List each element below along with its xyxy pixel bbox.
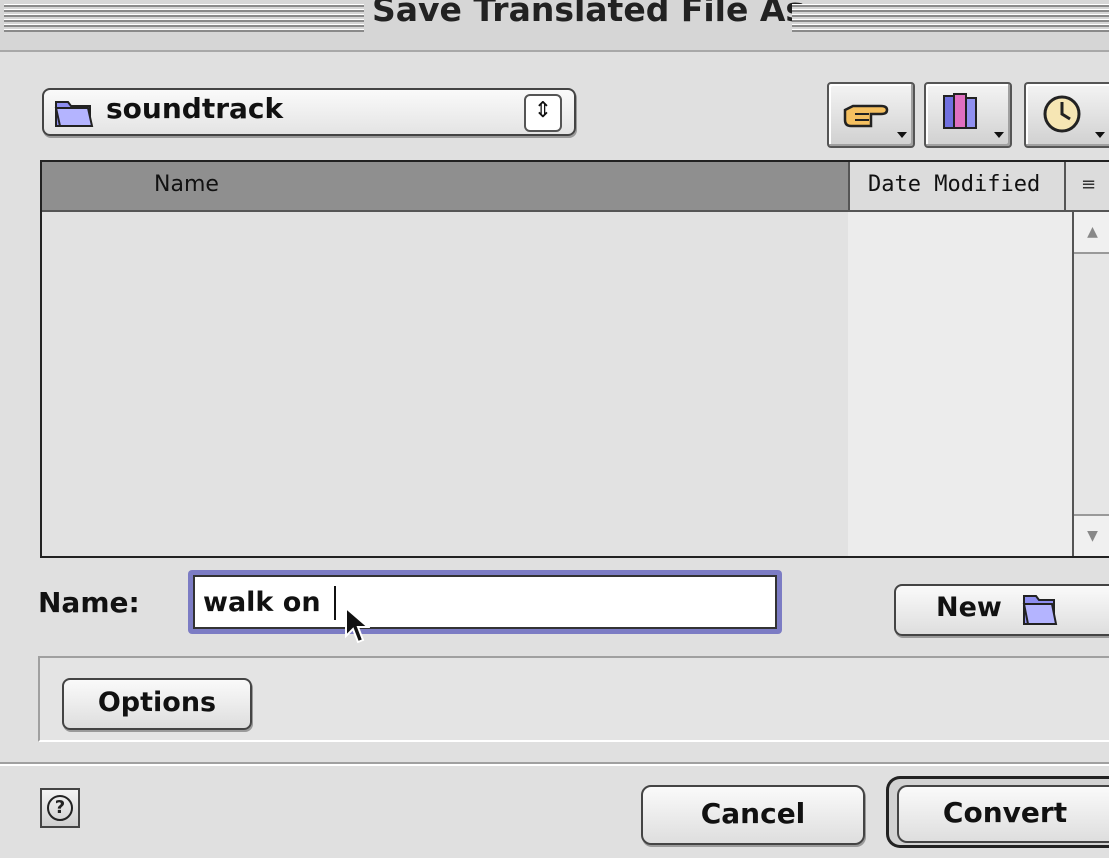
text-caret: [334, 586, 336, 620]
file-list-name-area[interactable]: [42, 212, 848, 556]
name-label: Name:: [38, 586, 140, 619]
options-button[interactable]: Options: [62, 678, 252, 730]
column-header-name-label: Name: [154, 172, 219, 197]
scroll-up-arrow-icon[interactable]: ▲: [1074, 212, 1109, 254]
column-header-name[interactable]: Name: [42, 162, 848, 212]
mouse-pointer-icon: [344, 605, 371, 650]
title-bar[interactable]: Save Translated File As…: [0, 0, 1109, 52]
help-icon: ?: [47, 795, 73, 821]
name-field-focus-ring: [188, 570, 782, 634]
column-header-date-label: Date Modified: [868, 172, 1041, 197]
dropdown-arrow-icon: [897, 132, 907, 138]
title-stripes-left: [4, 4, 364, 34]
save-dialog: Save Translated File As… soundtrack ⇕ Na…: [0, 0, 1109, 858]
vertical-scrollbar[interactable]: ▲ ▼: [1072, 212, 1109, 556]
window-title: Save Translated File As…: [372, 0, 839, 29]
column-header-date-modified[interactable]: Date Modified: [848, 162, 1064, 212]
name-input[interactable]: [193, 575, 777, 629]
convert-button[interactable]: Convert: [897, 785, 1109, 843]
favorites-button[interactable]: [924, 82, 1012, 148]
favorites-books-icon: [943, 93, 977, 129]
folder-name: soundtrack: [106, 92, 284, 125]
recent-items-button[interactable]: [1024, 82, 1109, 148]
pointing-hand-icon: [843, 104, 889, 128]
dropdown-arrow-icon: [1095, 132, 1105, 138]
recent-clock-icon: [1043, 95, 1081, 133]
folder-icon: [54, 96, 94, 132]
folder-popup-menu[interactable]: soundtrack ⇕: [42, 88, 576, 136]
new-folder-icon: [1020, 590, 1060, 632]
new-folder-button[interactable]: New: [894, 584, 1109, 636]
cancel-button[interactable]: Cancel: [641, 785, 865, 845]
dropdown-arrow-icon: [994, 132, 1004, 138]
dialog-separator: [0, 762, 1109, 766]
scroll-down-arrow-icon[interactable]: ▼: [1074, 514, 1109, 556]
shortcuts-button[interactable]: [827, 82, 915, 148]
file-list[interactable]: Name Date Modified ≡ ▲ ▼: [40, 160, 1109, 558]
title-stripes-right: [792, 4, 1109, 34]
help-button[interactable]: ?: [40, 788, 80, 828]
sort-order-icon[interactable]: ≡: [1064, 162, 1109, 212]
file-list-date-area[interactable]: [848, 212, 1072, 556]
up-down-arrows-icon: ⇕: [524, 94, 562, 132]
new-folder-button-label: New: [936, 592, 1002, 623]
